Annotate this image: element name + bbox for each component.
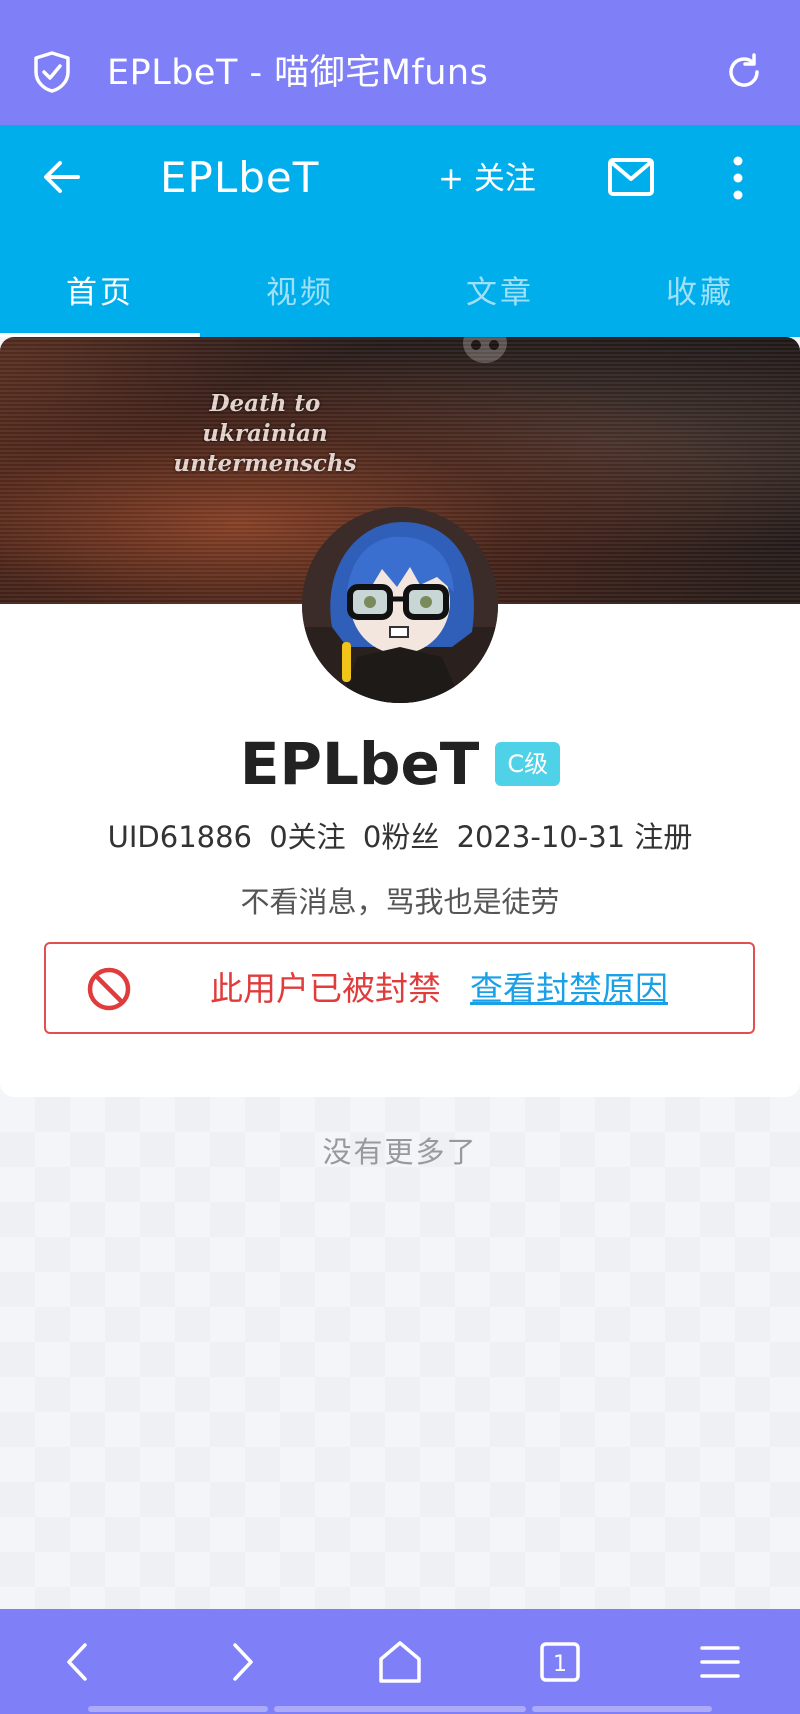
reload-icon[interactable] [724,52,764,92]
tab-home[interactable]: 首页 [0,245,200,337]
mail-icon[interactable] [607,157,655,197]
gesture-bar-segment [88,1706,268,1712]
home-icon[interactable] [375,1637,425,1687]
gesture-bar-segment [274,1706,526,1712]
followers-count[interactable]: 0粉丝 [363,820,439,854]
username-row: EPLbeT C级 [0,729,800,799]
profile-bio: 不看消息，骂我也是徒劳 [240,885,560,919]
following-count[interactable]: 0关注 [269,820,345,854]
app-header: EPLbeT + 关注 首页 视频 文章 收藏 [0,125,800,337]
avatar[interactable] [302,507,498,703]
no-more-text: 没有更多了 [322,1135,478,1169]
tab-count: 1 [553,1652,567,1677]
username: EPLbeT [239,730,480,798]
header-title: EPLbeT [160,153,320,202]
level-badge: C级 [495,742,561,786]
ban-notice-box: 此用户已被封禁 查看封禁原因 [44,942,755,1034]
shield-check-icon[interactable] [32,50,72,94]
browser-page-title[interactable]: EPLbeT - 喵御宅Mfuns [107,50,488,96]
ban-notice-text: 此用户已被封禁 [210,969,441,1008]
profile-tabs: 首页 视频 文章 收藏 [0,245,800,337]
skull-graphic [455,337,515,369]
follow-button[interactable]: + 关注 [438,157,536,201]
browser-bottom-nav: 1 [0,1609,800,1714]
tabs-icon[interactable]: 1 [535,1637,585,1687]
feed-area: 没有更多了 [0,1097,800,1609]
ban-reason-link[interactable]: 查看封禁原因 [470,966,668,1012]
browser-address-bar: EPLbeT - 喵御宅Mfuns [0,0,800,125]
menu-icon[interactable] [695,1637,745,1687]
chevron-left-icon[interactable] [55,1637,105,1687]
ban-icon [86,966,132,1012]
arrow-left-icon[interactable] [40,155,84,199]
uid-label: UID61886 [107,820,253,854]
profile-card: Death to ukrainian untermenschs EPLbeT C… [0,337,800,1097]
chevron-right-icon[interactable] [215,1637,265,1687]
registration-date: 2023-10-31 注册 [456,820,693,854]
gesture-bar-segment [532,1706,712,1712]
tab-articles[interactable]: 文章 [400,245,600,337]
tab-videos[interactable]: 视频 [200,245,400,337]
more-vertical-icon[interactable] [726,155,750,201]
profile-meta: UID61886 0关注 0粉丝 2023-10-31 注册 [0,817,800,857]
tab-favorites[interactable]: 收藏 [600,245,800,337]
banner-caption: Death to ukrainian untermenschs [173,390,357,477]
